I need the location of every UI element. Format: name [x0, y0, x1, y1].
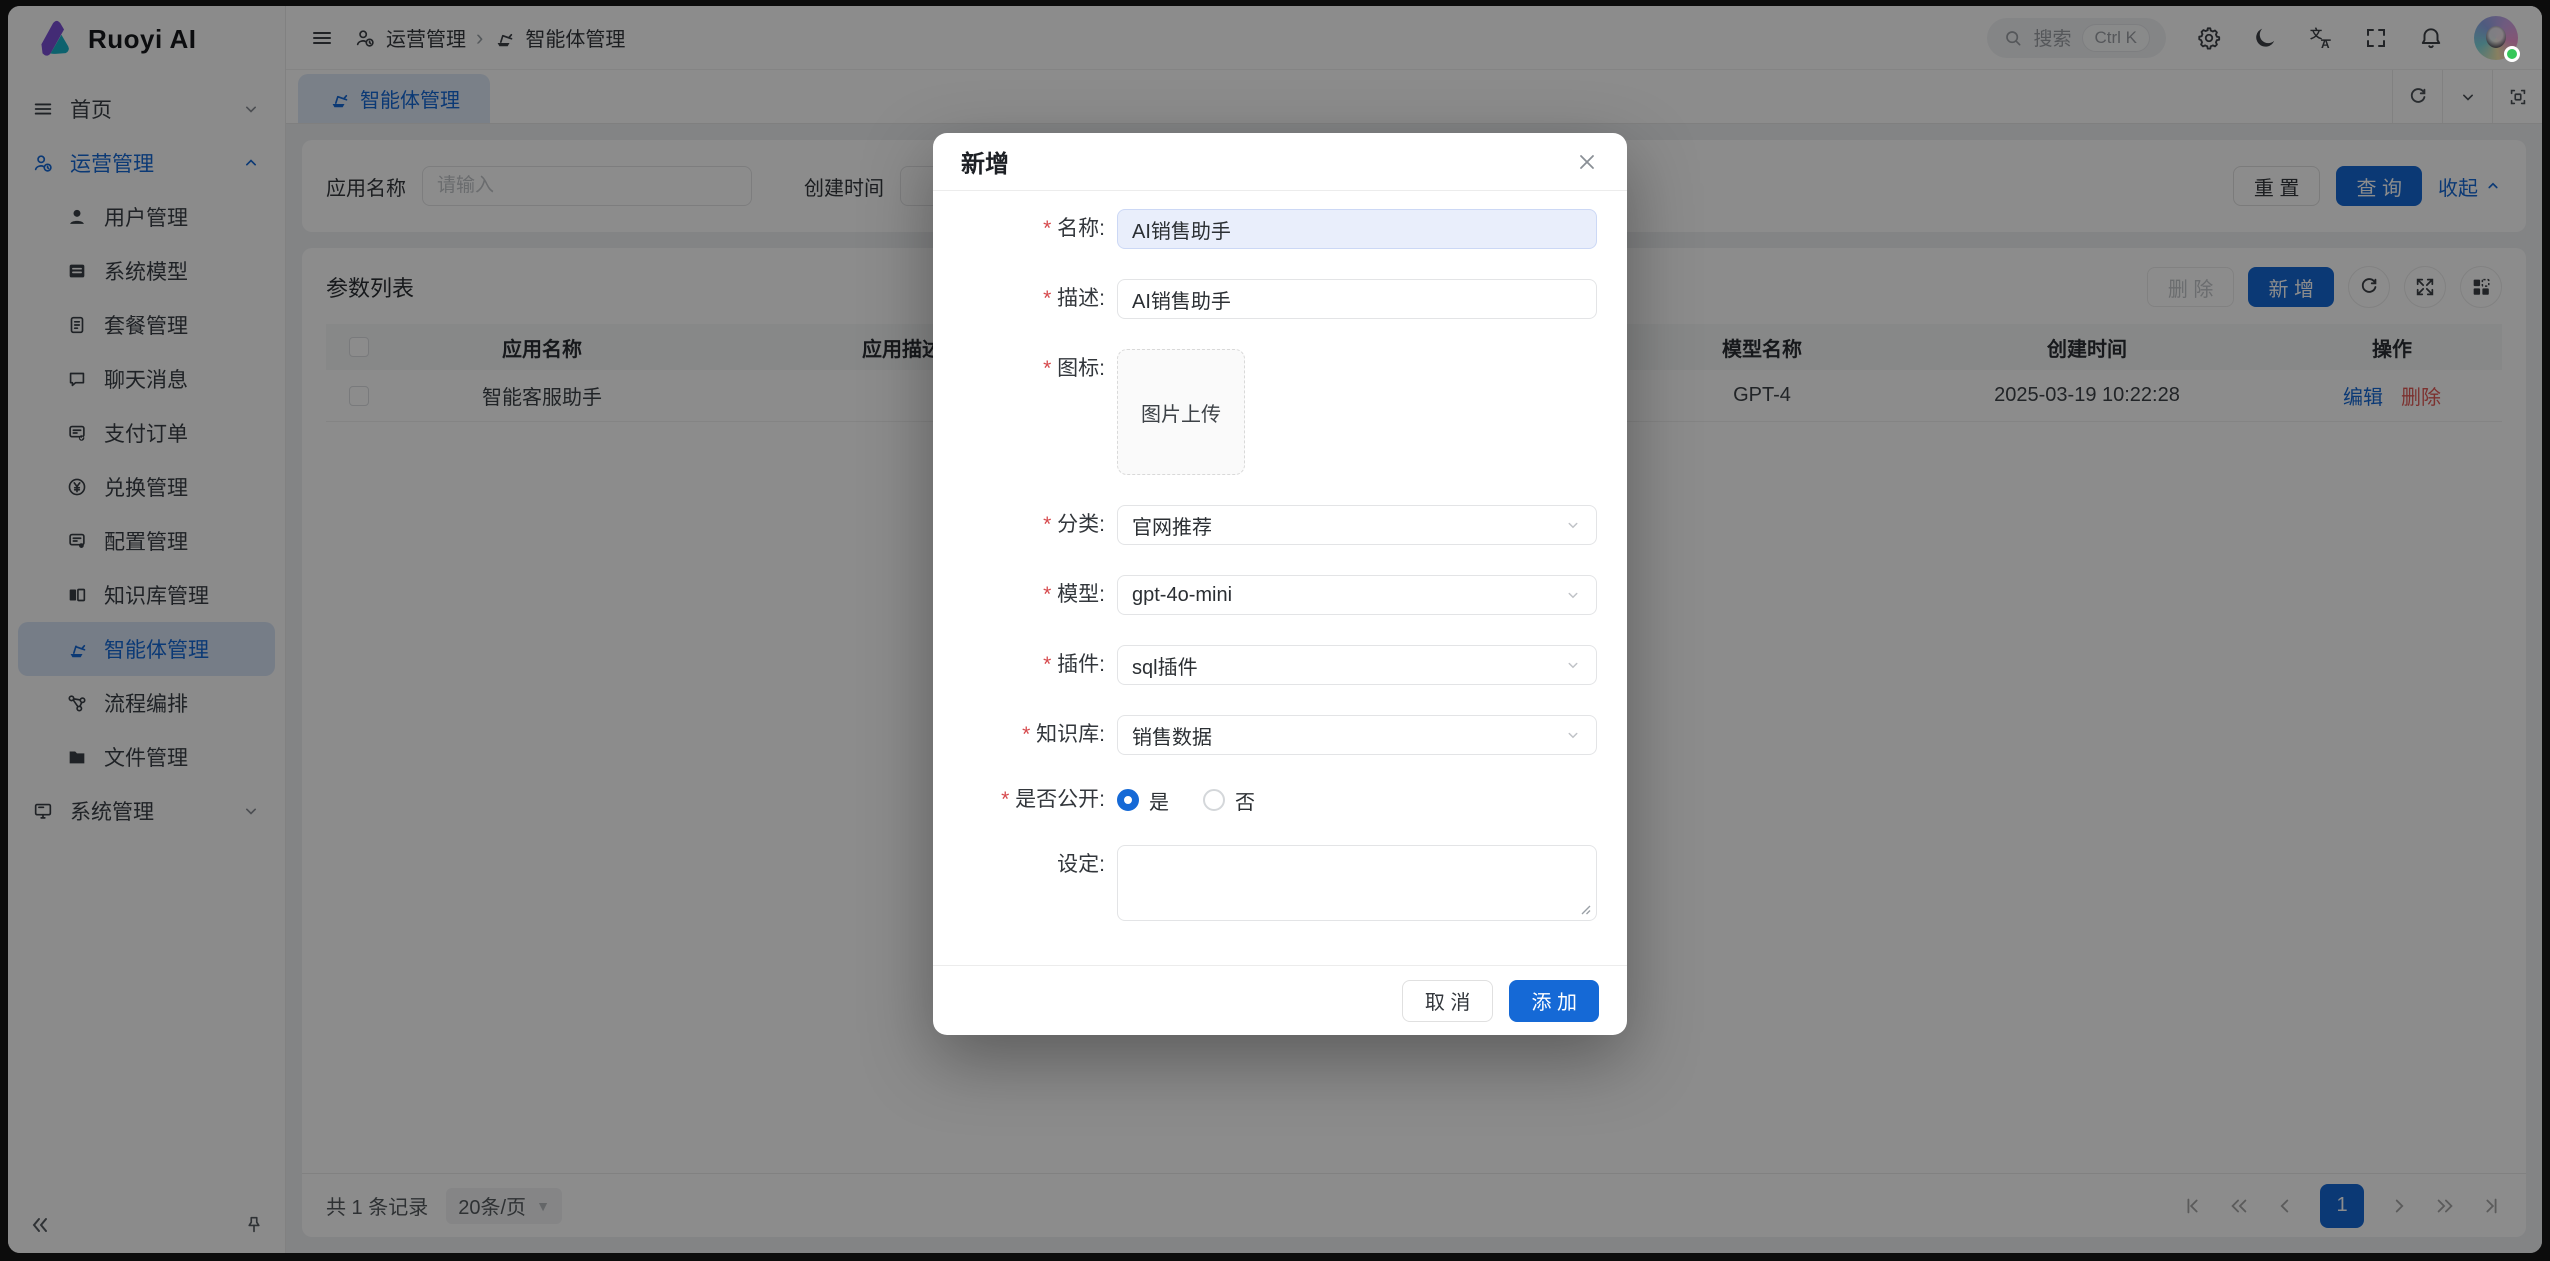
chevron-down-icon	[1564, 586, 1582, 604]
form-row-icon: 图标: 图片上传	[933, 349, 1627, 475]
screen: Ruoyi AI 首页 运营管理 用户管理	[0, 0, 2550, 1261]
online-status-dot	[2504, 46, 2520, 62]
category-select[interactable]: 官网推荐	[1117, 505, 1597, 545]
kb-select[interactable]: 销售数据	[1117, 715, 1597, 755]
modal-header: 新增	[933, 133, 1627, 191]
add-agent-modal: 新增 名称: 描述: 图标: 图片上传 分类:	[933, 133, 1627, 1035]
desc-label: 描述:	[933, 279, 1117, 319]
settings-textarea[interactable]	[1117, 845, 1597, 921]
name-input[interactable]	[1117, 209, 1597, 249]
form-row-desc: 描述:	[933, 279, 1627, 319]
form-row-settings: 设定:	[933, 845, 1627, 921]
settings-label: 设定:	[933, 845, 1117, 885]
radio-no-label: 否	[1235, 786, 1255, 815]
model-value: gpt-4o-mini	[1132, 584, 1232, 607]
radio-unselected-icon	[1203, 789, 1225, 811]
desc-input[interactable]	[1117, 279, 1597, 319]
category-label: 分类:	[933, 505, 1117, 545]
plugin-select[interactable]: sql插件	[1117, 645, 1597, 685]
submit-add-button[interactable]: 添 加	[1509, 980, 1599, 1022]
plugin-value: sql插件	[1132, 651, 1198, 680]
model-select[interactable]: gpt-4o-mini	[1117, 575, 1597, 615]
name-label: 名称:	[933, 209, 1117, 249]
modal-title: 新增	[961, 144, 1009, 179]
radio-no[interactable]: 否	[1203, 786, 1255, 815]
close-icon[interactable]	[1575, 150, 1599, 174]
model-label: 模型:	[933, 575, 1117, 615]
radio-yes[interactable]: 是	[1117, 786, 1169, 815]
chevron-down-icon	[1564, 656, 1582, 674]
modal-footer: 取 消 添 加	[933, 965, 1627, 1035]
radio-selected-icon	[1117, 789, 1139, 811]
chevron-down-icon	[1564, 726, 1582, 744]
category-value: 官网推荐	[1132, 511, 1212, 540]
public-radio-group: 是 否	[1117, 785, 1255, 815]
upload-label: 图片上传	[1141, 398, 1221, 427]
chevron-down-icon	[1564, 516, 1582, 534]
plugin-label: 插件:	[933, 645, 1117, 685]
public-label: 是否公开:	[933, 785, 1117, 815]
form-row-plugin: 插件: sql插件	[933, 645, 1627, 685]
resize-grip-icon[interactable]	[1580, 904, 1592, 916]
modal-form: 名称: 描述: 图标: 图片上传 分类: 官网推荐 模	[933, 191, 1627, 965]
image-upload-box[interactable]: 图片上传	[1117, 349, 1245, 475]
kb-label: 知识库:	[933, 715, 1117, 755]
form-row-public: 是否公开: 是 否	[933, 785, 1627, 815]
kb-value: 销售数据	[1132, 721, 1212, 750]
form-row-name: 名称:	[933, 209, 1627, 249]
form-row-kb: 知识库: 销售数据	[933, 715, 1627, 755]
cancel-button[interactable]: 取 消	[1402, 980, 1494, 1022]
icon-label: 图标:	[933, 349, 1117, 389]
radio-yes-label: 是	[1149, 786, 1169, 815]
form-row-model: 模型: gpt-4o-mini	[933, 575, 1627, 615]
form-row-category: 分类: 官网推荐	[933, 505, 1627, 545]
